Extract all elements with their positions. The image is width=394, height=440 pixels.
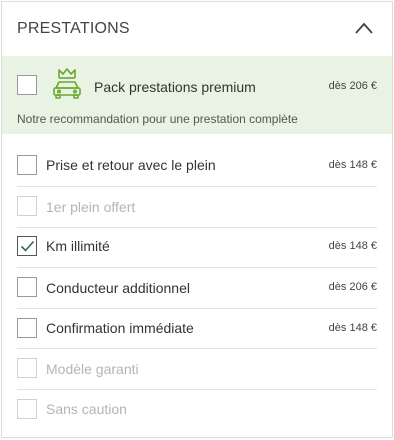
option-label: Prise et retour avec le plein	[46, 157, 216, 173]
option-label: Modèle garanti	[46, 361, 139, 377]
option-label: Sans caution	[46, 401, 127, 417]
divider	[17, 186, 377, 187]
crowned-car-icon	[50, 67, 84, 106]
option-checkbox[interactable]	[17, 277, 37, 297]
divider	[17, 348, 377, 349]
divider	[17, 267, 377, 268]
divider	[17, 227, 377, 228]
premium-pack-checkbox[interactable]	[17, 75, 37, 95]
divider	[17, 389, 377, 390]
option-checkbox[interactable]	[17, 318, 37, 338]
option-price: dès 148 €	[328, 240, 377, 252]
option-label: Confirmation immédiate	[46, 320, 194, 336]
premium-pack-label: Pack prestations premium	[94, 79, 256, 95]
option-label: Conducteur additionnel	[46, 280, 190, 296]
premium-pack-row[interactable]: Pack prestations premium dès 206 € Notre…	[2, 56, 392, 134]
panel-title: PRESTATIONS	[17, 20, 130, 37]
option-checkbox	[17, 399, 37, 419]
premium-recommendation-text: Notre recommandation pour une prestation…	[17, 112, 298, 126]
premium-pack-price: dès 206 €	[328, 80, 377, 92]
option-checkbox	[17, 196, 37, 216]
option-price: dès 148 €	[328, 322, 377, 334]
option-price: dès 148 €	[328, 159, 377, 171]
check-icon	[20, 240, 35, 252]
option-price: dès 206 €	[328, 281, 377, 293]
option-checkbox	[17, 358, 37, 378]
option-label: 1er plein offert	[46, 199, 136, 215]
option-checkbox[interactable]	[17, 236, 37, 256]
panel-header[interactable]: PRESTATIONS	[2, 2, 392, 56]
option-checkbox[interactable]	[17, 155, 37, 175]
option-label: Km illimité	[46, 238, 110, 254]
prestations-panel: PRESTATIONS Pack prestations premium dès…	[1, 1, 393, 438]
chevron-up-icon[interactable]	[354, 21, 374, 35]
divider	[17, 308, 377, 309]
